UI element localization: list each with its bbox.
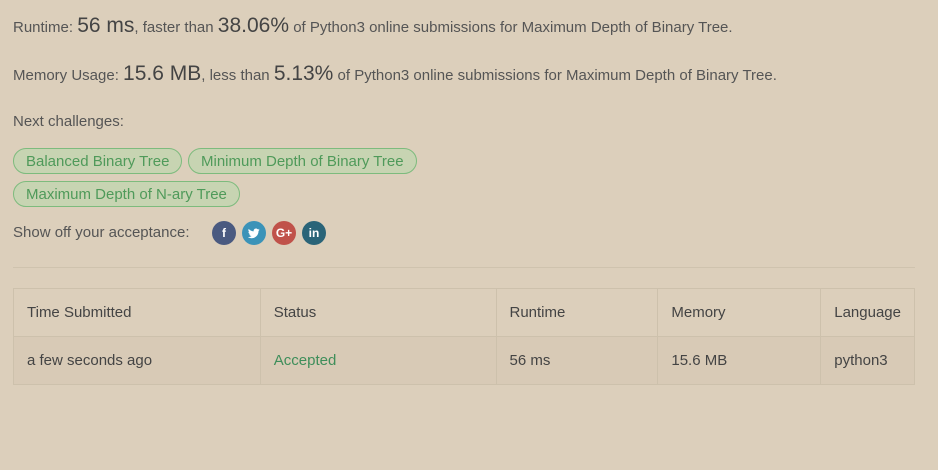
- runtime-suffix: of Python3 online submissions for Maximu…: [293, 19, 733, 36]
- section-divider: [13, 267, 915, 268]
- runtime-percent: 38.06%: [217, 14, 290, 37]
- linkedin-icon[interactable]: in: [302, 221, 326, 245]
- memory-stat: Memory Usage: 15.6 MB, less than 5.13% o…: [13, 62, 777, 86]
- next-challenge-maximum-depth-of-n-ary-tree[interactable]: Maximum Depth of N-ary Tree: [13, 181, 240, 207]
- cell-runtime: 56 ms: [495, 336, 659, 385]
- header-status[interactable]: Status: [259, 288, 497, 337]
- runtime-stat: Runtime: 56 ms, faster than 38.06% of Py…: [13, 14, 733, 38]
- memory-label: Memory Usage:: [13, 67, 119, 84]
- memory-comparison: , less than: [201, 67, 270, 84]
- facebook-icon[interactable]: f: [212, 221, 236, 245]
- runtime-value: 56 ms: [77, 14, 135, 37]
- header-time-submitted[interactable]: Time Submitted: [13, 288, 261, 337]
- next-challenges-label: Next challenges:: [13, 113, 124, 130]
- next-challenge-balanced-binary-tree[interactable]: Balanced Binary Tree: [13, 148, 183, 174]
- header-memory[interactable]: Memory: [657, 288, 822, 337]
- header-language[interactable]: Language: [820, 288, 915, 337]
- share-label: Show off your acceptance:: [13, 224, 190, 241]
- header-runtime[interactable]: Runtime: [495, 288, 659, 337]
- submissions-table: Time Submitted Status Runtime Memory Lan…: [13, 288, 915, 385]
- table-row: a few seconds ago Accepted 56 ms 15.6 MB…: [13, 336, 915, 385]
- runtime-comparison: , faster than: [134, 19, 214, 36]
- cell-language: python3: [820, 336, 915, 385]
- memory-suffix: of Python3 online submissions for Maximu…: [337, 67, 777, 84]
- memory-value: 15.6 MB: [123, 62, 202, 85]
- twitter-bird-glyph: [247, 228, 260, 239]
- table-header-row: Time Submitted Status Runtime Memory Lan…: [13, 288, 915, 337]
- runtime-label: Runtime:: [13, 19, 74, 36]
- cell-memory: 15.6 MB: [657, 336, 822, 385]
- twitter-icon[interactable]: [242, 221, 266, 245]
- google-plus-icon[interactable]: G+: [272, 221, 296, 245]
- cell-time-submitted: a few seconds ago: [13, 336, 261, 385]
- cell-status-accepted[interactable]: Accepted: [259, 336, 497, 385]
- next-challenge-minimum-depth-of-binary-tree[interactable]: Minimum Depth of Binary Tree: [188, 148, 417, 174]
- memory-percent: 5.13%: [273, 62, 334, 85]
